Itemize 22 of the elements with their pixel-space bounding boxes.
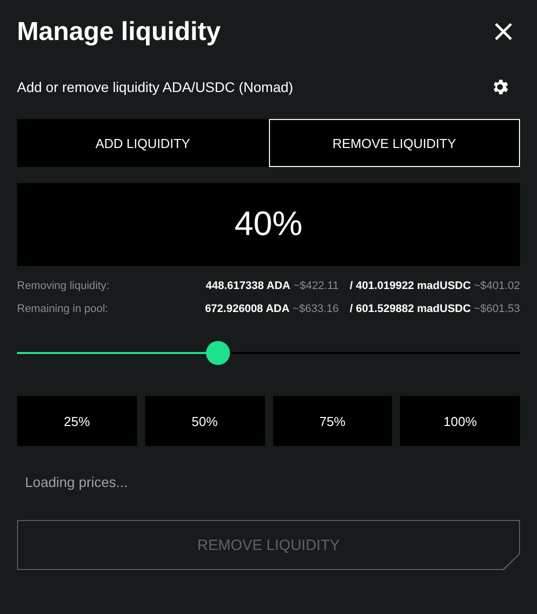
tab[interactable]: ADD LIQUIDITY [17, 119, 268, 167]
slider-handle[interactable] [206, 341, 230, 365]
tab[interactable]: REMOVE LIQUIDITY [268, 119, 520, 167]
usd-value: ~$633.16 [292, 303, 339, 315]
amount: / 601.529882 madUSDC [350, 303, 471, 315]
preset-button[interactable]: 25% [17, 396, 137, 446]
usd-value: ~$401.02 [474, 280, 520, 292]
preset-button[interactable]: 75% [272, 396, 392, 446]
amount: / 401.019922 madUSDC [350, 280, 471, 292]
usd-value: ~$601.53 [474, 303, 520, 315]
dialog-title: Manage liquidity [17, 16, 221, 47]
amount: 448.617338 ADA [206, 280, 290, 292]
summary-label: Remaining in pool: [17, 303, 108, 315]
preset-button[interactable]: 50% [144, 396, 264, 446]
usd-value: ~$422.11 [293, 280, 339, 292]
percent-display: 40% [17, 183, 520, 266]
amount: 672.926008 ADA [204, 303, 290, 315]
summary-label: Removing liquidity: [17, 280, 110, 292]
close-button[interactable]: × [486, 16, 520, 46]
subtitle: Add or remove liquidity ADA/USDC (Nomad) [17, 79, 294, 95]
status-text: Loading prices... [25, 474, 129, 490]
preset-button[interactable]: 100% [400, 396, 520, 446]
